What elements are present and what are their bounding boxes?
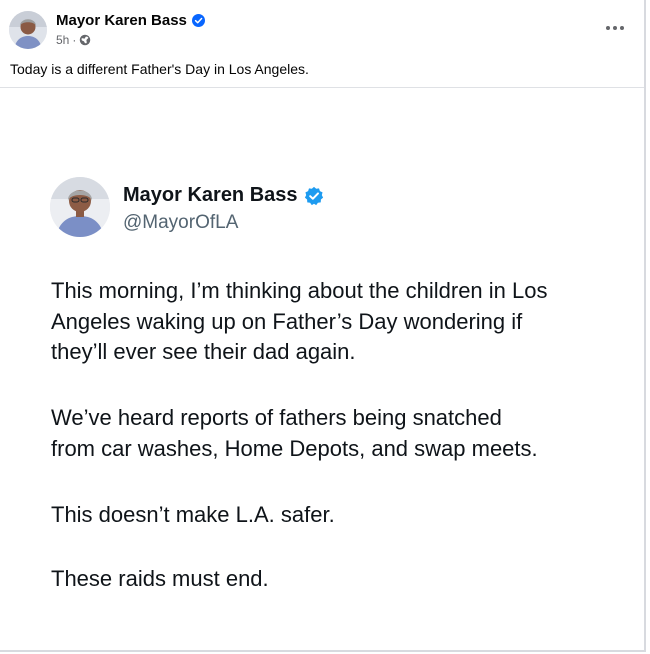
post-image[interactable]: Mayor Karen Bass @MayorOfLA This morning… [0, 88, 644, 650]
globe-icon[interactable] [79, 34, 91, 46]
tweet-paragraph: This morning, I’m thinking about the chi… [51, 276, 547, 368]
post-meta: 5h · [56, 33, 91, 47]
tweet-line: We’ve heard reports of fathers being sna… [51, 405, 502, 430]
meta-separator: · [72, 33, 77, 47]
post-timestamp[interactable]: 5h [56, 33, 69, 47]
tweet-line: Angeles waking up on Father’s Day wonder… [51, 308, 523, 334]
tweet-avatar [50, 177, 110, 237]
more-options-icon [606, 26, 624, 30]
verified-badge-icon [304, 186, 323, 205]
author-name[interactable]: Mayor Karen Bass [56, 12, 205, 29]
tweet-paragraph: We’ve heard reports of fathers being sna… [51, 403, 538, 464]
tweet-paragraph: These raids must end. [51, 564, 269, 595]
tweet-line: These raids must end. [51, 566, 269, 591]
verified-badge-icon [191, 14, 205, 27]
tweet-line: This doesn’t make L.A. safer. [51, 502, 335, 527]
tweet-author-name: Mayor Karen Bass [123, 184, 324, 207]
tweet-line: This morning, I’m thinking about the chi… [51, 278, 548, 303]
more-options-button[interactable] [600, 13, 630, 43]
tweet-line: they’ll ever see their dad again. [51, 339, 356, 364]
tweet-line: from car washes, Home Depots, and swap m… [51, 435, 538, 461]
facebook-post: Mayor Karen Bass 5h · Today is a differe… [0, 0, 646, 652]
tweet-handle: @MayorOfLA [123, 212, 239, 233]
post-caption: Today is a different Father's Day in Los… [10, 61, 309, 77]
post-header: Mayor Karen Bass 5h · [0, 0, 644, 56]
tweet-author-name-text: Mayor Karen Bass [123, 184, 298, 206]
tweet-paragraph: This doesn’t make L.A. safer. [51, 500, 335, 531]
author-avatar[interactable] [9, 11, 47, 49]
author-name-text[interactable]: Mayor Karen Bass [56, 12, 187, 29]
